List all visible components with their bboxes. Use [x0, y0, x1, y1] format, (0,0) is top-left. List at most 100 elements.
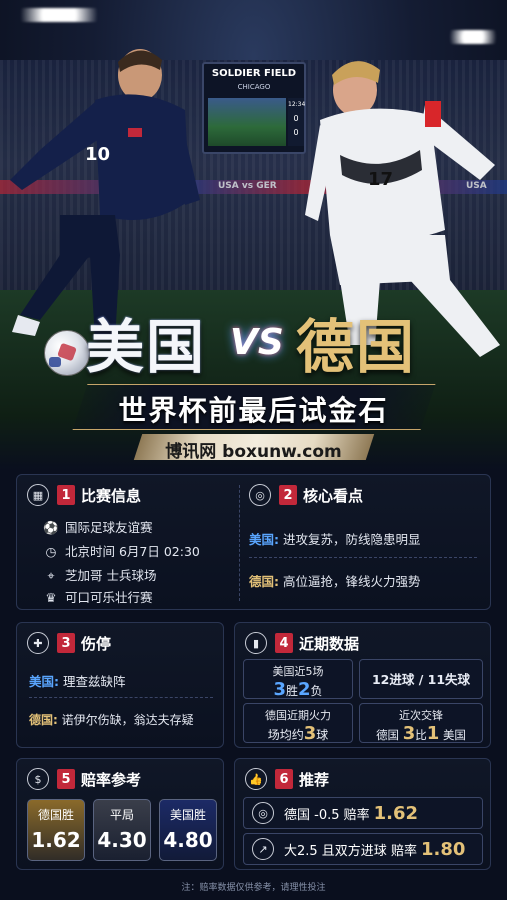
germany-form-stat: 德国近期火力 场均约3球	[243, 703, 353, 744]
stadium-scoreboard: SOLDIER FIELD CHICAGO 12:34 0 0	[202, 62, 306, 154]
usa-shirt-number: 10	[85, 144, 110, 165]
card-divider	[239, 485, 240, 601]
odds-label: 美国胜	[169, 808, 206, 822]
odds-label: 德国胜	[37, 808, 74, 822]
usa-highlight-text: 进攻复苏，防线隐患明显	[282, 532, 421, 547]
highlight-germany: 德国: 高位逼抢，锋线火力强势	[249, 571, 421, 590]
pick-2-text: 大2.5 且双方进球 赔率	[284, 843, 417, 859]
location-pin-icon: ⌖	[47, 568, 55, 583]
football-icon: ⚽	[43, 520, 59, 535]
trend-chart-icon: ↗	[252, 838, 274, 860]
bar-chart-icon: ▮	[245, 632, 267, 654]
target-icon: ◎	[249, 484, 271, 506]
disclaimer: 注：赔率数据仅供参考，请理性投注	[181, 883, 326, 893]
odds-option[interactable]: 德国胜 1.62	[27, 799, 85, 861]
h2h-stat: 近次交锋 德国 3比1 美国	[359, 703, 483, 744]
event-row: ♛ 可口可乐壮行赛	[43, 587, 153, 606]
stadium-city: CHICAGO	[237, 83, 271, 91]
h2h-germany: 德国	[376, 728, 400, 742]
subtitle: 世界杯前最后试金石	[118, 394, 389, 427]
odds-card: $ 5 赔率参考 德国胜 1.62 平局 4.30 美国胜 4.80	[16, 758, 224, 870]
pick-1-text: 德国 -0.5 赔率	[284, 807, 370, 823]
picks-header: 👍 6 推荐	[245, 767, 329, 791]
goals-for-against: 12进球 / 11失球	[371, 672, 471, 687]
losses-unit: 负	[310, 684, 323, 698]
wins-unit: 胜	[285, 684, 298, 698]
headline: 美国 VS 德国	[0, 300, 507, 381]
match-info-header: ▦ 1 比赛信息	[27, 483, 141, 507]
highlights-header: ◎ 2 核心看点	[249, 483, 363, 507]
picks-title: 推荐	[299, 770, 330, 789]
germany-avg: 3	[303, 723, 317, 744]
pick-1[interactable]: ◎ 德国 -0.5 赔率 1.62	[243, 797, 483, 829]
h2h-label: 近次交锋	[399, 709, 443, 722]
competition: 国际足球友谊赛	[65, 520, 153, 535]
germany-shirt-number: 17	[368, 169, 393, 190]
injury-usa: 美国: 理查兹缺阵	[29, 671, 126, 690]
match-info-title: 比赛信息	[81, 486, 142, 505]
target-icon: ◎	[252, 802, 274, 824]
pick-1-odds: 1.62	[373, 802, 419, 824]
stadium-lights-right	[440, 30, 506, 44]
dollar-icon: $	[27, 768, 49, 790]
match-card: ▦ 1 比赛信息 ⚽ 国际足球友谊赛 ◷ 北京时间 6月7日 02:30 ⌖ 芝加哥 …	[16, 474, 491, 610]
venue-row: ⌖ 芝加哥 士兵球场	[43, 565, 156, 584]
headline-germany: 德国	[296, 313, 417, 381]
injuries-card: ✚ 3 伤停 美国: 理查兹缺阵 德国: 诺伊尔伤缺，翁达夫存疑	[16, 622, 224, 748]
usa-label: 美国:	[249, 532, 279, 547]
highlights-title: 核心看点	[303, 486, 364, 505]
odds-option[interactable]: 美国胜 4.80	[159, 799, 217, 861]
odds-value: 1.62	[31, 828, 81, 852]
avg-prefix: 场均约	[267, 728, 304, 742]
odds-value: 4.30	[97, 828, 147, 852]
event-name: 可口可乐壮行赛	[65, 590, 153, 605]
recent-form-title: 近期数据	[299, 634, 360, 653]
section-number: 6	[275, 769, 293, 789]
headline-vs: VS	[230, 322, 284, 363]
h2h-germany-score: 3	[402, 723, 416, 744]
h2h-separator: 比	[415, 728, 427, 742]
divider	[29, 697, 213, 698]
germany-label: 德国:	[249, 574, 279, 589]
h2h-usa: 美国	[442, 728, 466, 742]
highlight-usa: 美国: 进攻复苏，防线隐患明显	[249, 529, 421, 548]
odds-value: 4.80	[163, 828, 213, 852]
usa-wins: 3	[273, 679, 286, 700]
pick-2-odds: 1.80	[420, 838, 466, 860]
venue: 芝加哥 士兵球场	[65, 568, 157, 583]
goals-stat: 12进球 / 11失球	[359, 659, 483, 699]
section-number: 3	[57, 633, 75, 653]
section-number: 1	[57, 485, 75, 505]
germany-label: 德国:	[29, 713, 58, 727]
injuries-header: ✚ 3 伤停	[27, 631, 111, 655]
injuries-title: 伤停	[81, 634, 112, 653]
time-row: ◷ 北京时间 6月7日 02:30	[43, 541, 200, 560]
clock-icon: ◷	[45, 544, 57, 559]
germany-injury-text: 诺伊尔伤缺，翁达夫存疑	[61, 713, 194, 727]
germany-highlight-text: 高位逼抢，锋线火力强势	[282, 574, 421, 589]
headline-usa: 美国	[86, 313, 207, 381]
kickoff-time: 北京时间 6月7日 02:30	[65, 544, 200, 559]
section-number: 2	[279, 485, 297, 505]
odds-label: 平局	[109, 808, 134, 822]
pick-2[interactable]: ↗ 大2.5 且双方进球 赔率 1.80	[243, 833, 483, 865]
usa-last5-stat: 美国近5场 3胜2负	[243, 659, 353, 700]
trophy-icon: ♛	[45, 590, 57, 605]
usa-losses: 2	[298, 679, 311, 700]
usa-player-illustration: 10	[10, 49, 200, 340]
calendar-icon: ▦	[27, 484, 49, 506]
odds-header: $ 5 赔率参考	[27, 767, 141, 791]
recent-form-card: ▮ 4 近期数据 美国近5场 3胜2负 12进球 / 11失球 德国近期火力 场…	[234, 622, 491, 748]
divider	[249, 557, 477, 558]
usa-injury-text: 理查兹缺阵	[62, 674, 126, 689]
ad-board-text: USA vs GER	[218, 181, 277, 191]
scoreboard-screen	[208, 98, 286, 146]
odds-option[interactable]: 平局 4.30	[93, 799, 151, 861]
site-link[interactable]: 博讯网 boxunw.com	[0, 437, 507, 462]
avg-unit: 球	[316, 728, 329, 742]
thumbs-up-icon: 👍	[245, 768, 267, 790]
section-number: 5	[57, 769, 75, 789]
germany-avg-goals: 场均约3球	[244, 723, 352, 744]
germany-form-label: 德国近期火力	[265, 709, 331, 722]
stadium-lights-left	[4, 8, 114, 22]
